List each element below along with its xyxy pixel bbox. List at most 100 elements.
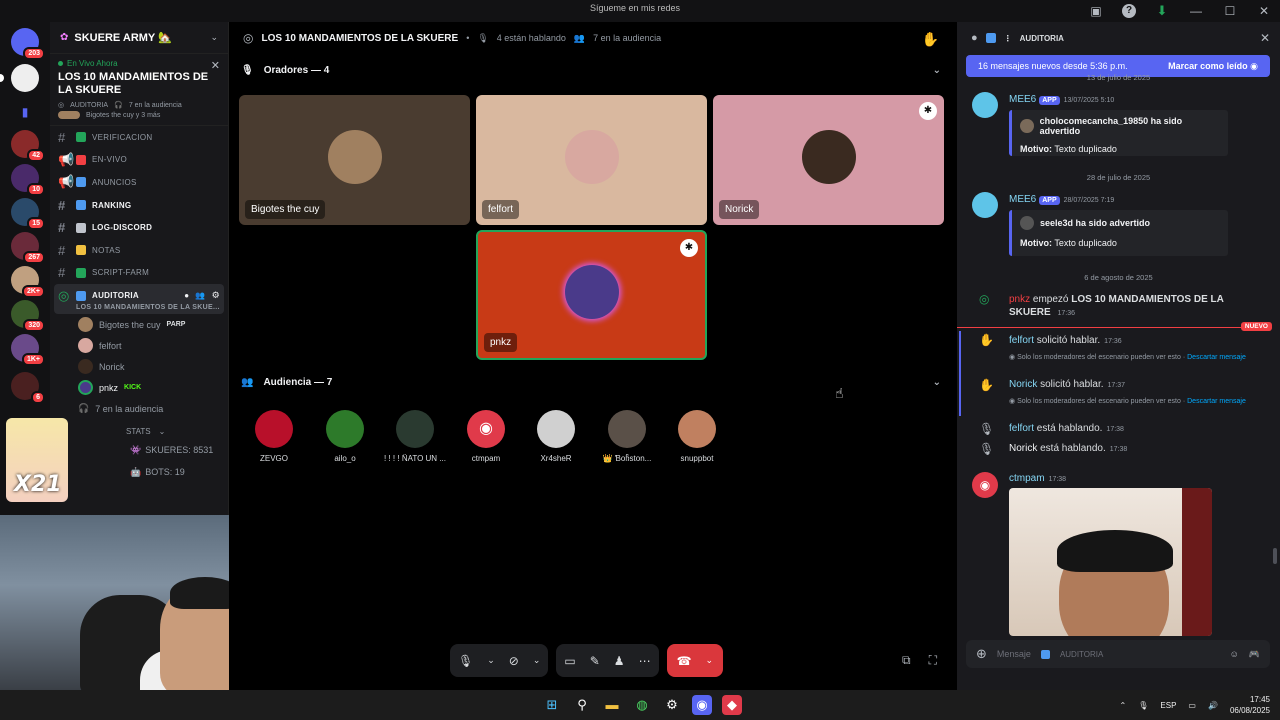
audience-member[interactable]: ! ! ! ! ÑATO UN ... bbox=[383, 410, 447, 463]
live-now-card[interactable]: En Vivo Ahora ✕ LOS 10 MANDAMIENTOS DE L… bbox=[50, 54, 228, 126]
server-icon[interactable]: 320 bbox=[11, 300, 45, 332]
message-author[interactable]: MEE6 bbox=[1009, 94, 1036, 105]
server-icon[interactable]: 267 bbox=[11, 232, 45, 264]
stat-bots[interactable]: 🤖 BOTS: 19 bbox=[50, 461, 228, 483]
server-header[interactable]: ✿ SKUERE ARMY 🏡 ⌄ bbox=[50, 22, 228, 54]
message-author[interactable]: MEE6 bbox=[1009, 194, 1036, 205]
screen-share-icon[interactable]: ▭ bbox=[564, 654, 575, 668]
audience-member[interactable]: snuppbot bbox=[665, 410, 729, 463]
chevron-up-icon[interactable]: ⌃ bbox=[1120, 701, 1127, 710]
volume-icon[interactable]: 🔊 bbox=[1208, 701, 1218, 710]
speaker-tile[interactable]: Bigotes the cuy bbox=[239, 95, 470, 225]
audience-count[interactable]: 🎧 7 en la audiencia bbox=[50, 398, 228, 419]
steam-icon[interactable]: ⚙ bbox=[662, 695, 682, 715]
direct-messages-icon[interactable]: 203 bbox=[11, 28, 45, 60]
speakers-section-header[interactable]: 🎙 Oradores — 4 ⌄ bbox=[241, 62, 943, 78]
server-icon[interactable]: 42 bbox=[11, 130, 45, 162]
mic-icon[interactable]: 🎙 bbox=[458, 654, 473, 668]
maximize-button[interactable]: ☐ bbox=[1222, 3, 1238, 19]
voice-user[interactable]: Bigotes the cuy PARP bbox=[50, 314, 228, 335]
gear-icon[interactable]: ⚙ bbox=[212, 290, 220, 301]
camera-off-icon[interactable]: ⊘ bbox=[509, 654, 519, 668]
server-icon[interactable]: 6 bbox=[11, 372, 45, 404]
image-attachment[interactable] bbox=[1009, 488, 1212, 636]
message-input[interactable]: ⊕ Mensaje AUDITORIA ☺ 🎮 bbox=[966, 640, 1270, 668]
close-icon[interactable]: ✕ bbox=[1260, 31, 1270, 45]
dismiss-link[interactable]: Descartar mensaje bbox=[1187, 354, 1246, 361]
network-icon[interactable]: ▭ bbox=[1188, 701, 1196, 710]
chevron-down-icon[interactable]: ⌄ bbox=[533, 655, 541, 666]
channel-notas[interactable]: # NOTAS bbox=[50, 239, 228, 262]
speaker-tile[interactable]: ✱ Norick bbox=[713, 95, 944, 225]
scrollbar-thumb[interactable] bbox=[1273, 548, 1277, 564]
invite-speaker-icon[interactable]: ♟ bbox=[614, 654, 625, 668]
mic-icon[interactable]: 🎙 bbox=[1138, 701, 1148, 710]
game-controller-icon[interactable]: 🎮 bbox=[1249, 649, 1260, 660]
bot-avatar[interactable] bbox=[972, 192, 998, 218]
message-author[interactable]: Norick bbox=[1009, 443, 1037, 454]
chat-bubble-icon[interactable]: ● bbox=[184, 291, 189, 300]
message-author[interactable]: felfort bbox=[1009, 335, 1034, 346]
download-icon[interactable]: ⬇ bbox=[1154, 3, 1170, 19]
message-author[interactable]: pnkz bbox=[1009, 294, 1030, 305]
audience-member[interactable]: ◉ ctmpam bbox=[454, 410, 518, 463]
stats-category[interactable]: STATS⌄+ bbox=[50, 419, 236, 439]
search-icon[interactable]: ⚲ bbox=[572, 695, 592, 715]
voice-user[interactable]: Norick bbox=[50, 356, 228, 377]
disconnect-button[interactable]: ☎ ⌄ bbox=[666, 644, 724, 677]
mark-read-button[interactable]: Marcar como leído ◉ bbox=[1168, 61, 1258, 72]
close-window-button[interactable]: ✕ bbox=[1256, 3, 1272, 19]
audience-member[interactable]: ailo_o bbox=[313, 410, 377, 463]
speaker-tile[interactable]: felfort bbox=[476, 95, 707, 225]
emoji-icon[interactable]: ☺ bbox=[1230, 649, 1239, 659]
discord-icon[interactable]: ◉ bbox=[692, 695, 712, 715]
chrome-icon[interactable]: ◍ bbox=[632, 695, 652, 715]
server-icon[interactable]: 15 bbox=[11, 198, 45, 230]
chevron-down-icon[interactable]: ⌄ bbox=[706, 655, 714, 666]
file-explorer-icon[interactable]: ▬ bbox=[602, 695, 622, 715]
voice-user[interactable]: pnkz KICK bbox=[50, 377, 228, 398]
dismiss-link[interactable]: Descartar mensaje bbox=[1187, 398, 1246, 405]
audience-member[interactable]: 👑 Ɓoჩston... bbox=[595, 410, 659, 463]
stat-skueres[interactable]: 👾 SKUERES: 8531 bbox=[50, 439, 228, 461]
speaker-avatars bbox=[58, 111, 80, 119]
speaker-tile[interactable]: ✱ pnkz bbox=[476, 230, 707, 360]
discord-avatar-icon[interactable]: ◉ bbox=[972, 472, 998, 498]
clock[interactable]: 17:45 06/08/2025 bbox=[1230, 694, 1270, 716]
channel-ranking[interactable]: # RANKING bbox=[50, 194, 228, 217]
message-author[interactable]: felfort bbox=[1009, 423, 1034, 434]
bot-avatar[interactable] bbox=[972, 92, 998, 118]
windows-start-icon[interactable]: ⊞ bbox=[542, 695, 562, 715]
language-indicator[interactable]: ESP bbox=[1160, 701, 1176, 710]
channel-anuncios[interactable]: 📢 ANUNCIOS bbox=[50, 171, 228, 194]
add-member-icon[interactable]: 👥 bbox=[195, 291, 205, 300]
app-icon[interactable]: ◆ bbox=[722, 695, 742, 715]
message-author[interactable]: Norick bbox=[1009, 379, 1037, 390]
help-icon[interactable]: ? bbox=[1122, 4, 1136, 18]
server-icon[interactable]: 2K+ bbox=[11, 266, 45, 298]
inbox-icon[interactable]: ▣ bbox=[1088, 3, 1104, 19]
close-icon[interactable]: ✕ bbox=[211, 59, 220, 72]
minimize-button[interactable]: — bbox=[1188, 3, 1204, 19]
audience-member[interactable]: Xr4sheR bbox=[524, 410, 588, 463]
mic-control[interactable]: 🎙 ⌄ ⊘ ⌄ bbox=[450, 644, 549, 677]
voice-user[interactable]: felfort bbox=[50, 335, 228, 356]
popout-icon[interactable]: ⧉ bbox=[902, 653, 911, 668]
chevron-down-icon[interactable]: ⌄ bbox=[487, 655, 495, 666]
server-icon[interactable] bbox=[0, 64, 39, 92]
channel-auditoria[interactable]: ◎ AUDITORIA ● 👥 ⚙ LOS 10 MANDAMIENTOS DE… bbox=[54, 284, 224, 315]
server-icon[interactable]: 10 bbox=[11, 164, 45, 196]
server-icon[interactable]: 1K+ bbox=[11, 334, 45, 366]
channel-script-farm[interactable]: # SCRIPT-FARM bbox=[50, 262, 228, 285]
folder-icon[interactable]: ▮ bbox=[11, 98, 39, 126]
audience-member[interactable]: ZEVGO bbox=[242, 410, 306, 463]
more-icon[interactable]: ⋯ bbox=[639, 654, 651, 668]
message-author[interactable]: ctmpam bbox=[1009, 473, 1045, 484]
channel-en-vivo[interactable]: 📢 EN-VIVO bbox=[50, 149, 228, 172]
activities-icon[interactable]: ✎ bbox=[590, 654, 600, 668]
channel-verificacion[interactable]: # VERIFICACION bbox=[50, 126, 228, 149]
channel-log-discord[interactable]: # LOG-DISCORD bbox=[50, 216, 228, 239]
add-attachment-icon[interactable]: ⊕ bbox=[976, 646, 987, 662]
raise-hand-icon[interactable]: ✋ bbox=[922, 31, 939, 48]
fullscreen-icon[interactable]: ⛶ bbox=[929, 653, 937, 668]
